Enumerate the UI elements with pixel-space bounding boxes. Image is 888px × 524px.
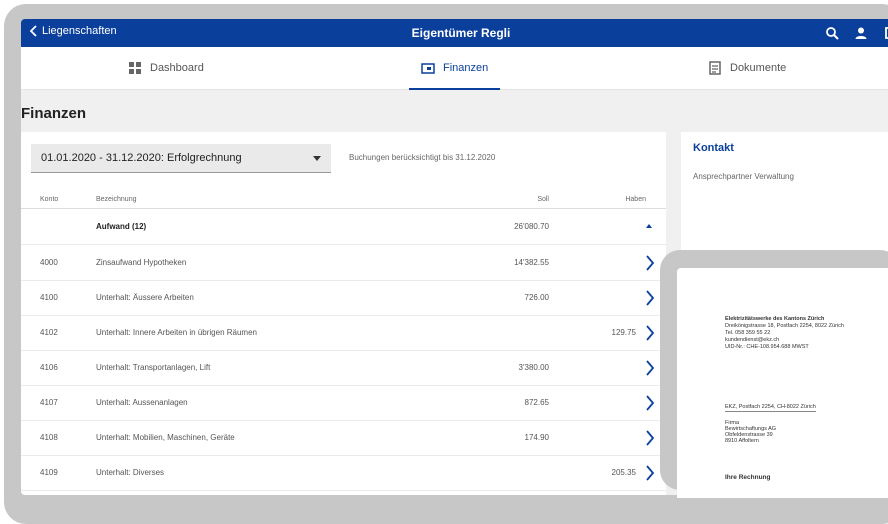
row-bezeichnung: Unterhalt: Aussenanlagen (96, 398, 188, 407)
row-konto: 4107 (40, 398, 58, 407)
sender-mail: kundendienst@ekz.ch (725, 337, 780, 343)
user-button[interactable] (850, 22, 872, 44)
group-row-aufwand[interactable]: Aufwand (12) 26'080.70 (21, 209, 666, 245)
sender-name: Elektrizitätswerke des Kantons Zürich (725, 316, 825, 322)
tab-dashboard[interactable]: Dashboard (128, 47, 204, 89)
row-bezeichnung: Zinsaufwand Hypotheken (96, 258, 187, 267)
tab-dashboard-label: Dashboard (150, 62, 204, 74)
tab-finanzen-label: Finanzen (443, 62, 489, 74)
row-konto: 4108 (40, 433, 58, 442)
row-konto: 4102 (40, 328, 58, 337)
row-konto: 4106 (40, 363, 58, 372)
table-row[interactable]: 4107 Unterhalt: Aussenanlagen 872.65 (21, 385, 666, 421)
top-bar: Liegenschaften Eigentümer Regli (21, 19, 888, 47)
table-row[interactable]: 4109 Unterhalt: Diverses 205.35 (21, 455, 666, 491)
row-soll: 14'382.55 (514, 258, 549, 267)
chevron-right-icon[interactable] (645, 430, 655, 446)
row-konto: 4109 (40, 468, 58, 477)
chevron-right-icon[interactable] (645, 465, 655, 481)
contact-subtitle: Ansprechpartner Verwaltung (693, 172, 794, 181)
row-haben: 205.35 (611, 468, 636, 477)
recipient-line: 8910 Affoltern (725, 438, 759, 444)
chevron-right-icon[interactable] (645, 395, 655, 411)
finance-panel: 01.01.2020 - 31.12.2020: Erfolgrechnung … (21, 132, 666, 495)
chevron-right-icon[interactable] (645, 255, 655, 271)
collapse-icon[interactable] (646, 224, 652, 228)
row-soll: 3'380.00 (518, 363, 549, 372)
page-title: Finanzen (21, 105, 87, 122)
period-select-value: 01.01.2020 - 31.12.2020: Erfolgrechnung (41, 152, 242, 164)
table-row[interactable]: 4106 Unterhalt: Transportanlagen, Lift 3… (21, 350, 666, 386)
tab-bar: Dashboard Finanzen Dokumente (21, 47, 888, 90)
tab-dokumente[interactable]: Dokumente (708, 47, 786, 89)
document-icon (709, 61, 721, 75)
period-select[interactable]: 01.01.2020 - 31.12.2020: Erfolgrechnung (31, 144, 331, 173)
page-header-title: Eigentümer Regli (411, 26, 511, 40)
header-haben: Haben (625, 196, 646, 203)
row-haben: 129.75 (611, 328, 636, 337)
logout-button[interactable] (879, 22, 888, 44)
row-bezeichnung: Unterhalt: Innere Arbeiten in übrigen Rä… (96, 328, 257, 337)
row-bezeichnung: Unterhalt: Mobilien, Maschinen, Geräte (96, 433, 235, 442)
header-konto: Konto (40, 196, 59, 203)
wallet-icon (421, 63, 435, 74)
row-soll: 872.65 (524, 398, 549, 407)
user-icon (855, 27, 867, 39)
tab-finanzen[interactable]: Finanzen (408, 47, 501, 90)
chevron-right-icon[interactable] (645, 325, 655, 341)
logout-icon (885, 27, 888, 39)
row-konto: 4000 (40, 258, 58, 267)
group-label: Aufwand (12) (96, 222, 147, 231)
table-row[interactable]: 4000 Zinsaufwand Hypotheken 14'382.55 (21, 245, 666, 281)
invoice-heading: Ihre Rechnung (725, 474, 771, 481)
tab-dokumente-label: Dokumente (730, 62, 787, 74)
dashboard-icon (129, 62, 141, 74)
header-bezeichnung: Bezeichnung (96, 196, 137, 203)
invoice-document: Elektrizitätswerke des Kantons Zürich Dr… (677, 268, 888, 498)
booking-note: Buchungen berücksichtigt bis 31.12.2020 (349, 153, 496, 162)
row-bezeichnung: Unterhalt: Transportanlagen, Lift (96, 363, 211, 372)
contact-title: Kontakt (693, 142, 734, 154)
row-soll: 726.00 (524, 293, 549, 302)
table-row[interactable]: 4100 Unterhalt: Äussere Arbeiten 726.00 (21, 280, 666, 316)
header-soll: Soll (537, 196, 549, 203)
sender-uid: UID-Nr.: CHE-108.954.688 MWST (725, 344, 809, 350)
caret-down-icon (313, 156, 321, 161)
table-row[interactable]: 4108 Unterhalt: Mobilien, Maschinen, Ger… (21, 420, 666, 456)
chevron-right-icon[interactable] (645, 360, 655, 376)
search-icon (826, 27, 839, 40)
sender-tel: Tel. 058 359 55 22 (725, 330, 771, 336)
return-address: EKZ, Postfach 2254, CH-8022 Zürich (725, 404, 816, 412)
chevron-right-icon[interactable] (645, 290, 655, 306)
table-header: Konto Bezeichnung Soll Haben (21, 194, 666, 209)
row-konto: 4100 (40, 293, 58, 302)
row-soll: 174.90 (524, 433, 549, 442)
row-bezeichnung: Unterhalt: Äussere Arbeiten (96, 293, 194, 302)
row-bezeichnung: Unterhalt: Diverses (96, 468, 165, 477)
group-soll: 26'080.70 (514, 222, 549, 231)
table-row[interactable]: 4102 Unterhalt: Innere Arbeiten in übrig… (21, 315, 666, 351)
search-button[interactable] (821, 22, 843, 44)
sender-address: Dreikönigstrasse 18, Postfach 2254, 8022… (725, 323, 844, 329)
